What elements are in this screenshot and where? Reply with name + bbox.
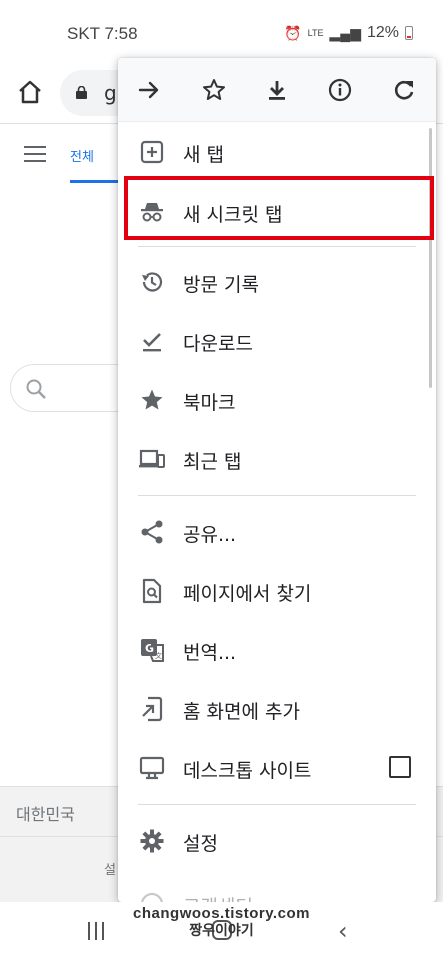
menu-item-label: 방문 기록 — [183, 274, 259, 296]
star-outline-icon[interactable] — [200, 76, 228, 104]
info-icon[interactable] — [326, 76, 354, 104]
downloads-check-icon — [138, 327, 166, 355]
hamburger-menu-icon[interactable] — [24, 146, 46, 167]
reload-icon[interactable] — [390, 76, 418, 104]
lte-icon: LTE — [307, 28, 324, 38]
menu-item-new-tab[interactable]: 새 탭 — [118, 124, 436, 180]
menu-item-help[interactable]: 고객센터 — [118, 876, 436, 902]
status-bar: SKT 7:58 ⏰ LTE ▂▄▆ 12% — [0, 0, 443, 66]
menu-icon-row — [118, 58, 436, 122]
menu-item-label: 공유... — [183, 524, 237, 546]
menu-item-label: 새 탭 — [183, 144, 224, 166]
desktop-icon — [138, 754, 166, 782]
highlight-box — [124, 176, 434, 240]
help-icon — [138, 890, 166, 902]
menu-item-translate[interactable]: G文 번역... — [118, 622, 436, 678]
desktop-site-checkbox[interactable] — [389, 756, 411, 778]
svg-text:G: G — [145, 642, 154, 655]
menu-item-add-to-home[interactable]: 홈 화면에 추가 — [118, 681, 436, 737]
search-icon — [26, 379, 46, 399]
find-in-page-icon — [138, 577, 166, 605]
menu-item-label: 홈 화면에 추가 — [183, 701, 300, 723]
menu-item-label: 다운로드 — [183, 333, 253, 355]
menu-item-label: 고객센터 — [183, 892, 253, 902]
download-icon[interactable] — [263, 76, 291, 104]
menu-item-history[interactable]: 방문 기록 — [118, 254, 436, 310]
menu-item-desktop-site[interactable]: 데스크톱 사이트 — [118, 740, 436, 796]
menu-item-label: 최근 탭 — [183, 451, 242, 473]
watermark-name: 짱우이야기 — [189, 922, 254, 938]
overflow-menu: 새 탭 새 시크릿 탭 방문 기록 다운로드 북마크 최근 탭 공유... 페이… — [118, 58, 436, 902]
home-icon[interactable] — [16, 78, 44, 106]
add-to-home-icon — [138, 695, 166, 723]
bookmark-star-icon — [138, 386, 166, 414]
translate-icon: G文 — [138, 636, 166, 664]
footer-link[interactable]: 설 — [104, 859, 116, 878]
menu-item-label: 북마크 — [183, 392, 236, 414]
share-icon — [138, 518, 166, 546]
menu-item-bookmarks[interactable]: 북마크 — [118, 372, 436, 428]
arrow-forward-icon[interactable] — [135, 76, 163, 104]
lock-icon — [76, 86, 87, 99]
recent-tabs-icon — [138, 445, 166, 473]
menu-item-find-in-page[interactable]: 페이지에서 찾기 — [118, 563, 436, 619]
alarm-icon: ⏰ — [284, 24, 302, 41]
tab-all[interactable]: 전체 — [70, 146, 94, 165]
menu-item-settings[interactable]: 설정 — [118, 813, 436, 869]
url-text: g — [104, 81, 117, 105]
region-label: 대한민국 — [16, 805, 75, 824]
svg-text:文: 文 — [155, 651, 162, 660]
settings-gear-icon — [138, 827, 166, 855]
menu-item-label: 설정 — [183, 833, 218, 855]
history-icon — [138, 268, 166, 296]
menu-divider — [138, 246, 416, 247]
battery-percent: 12% — [366, 24, 399, 41]
signal-icon: ▂▄▆ — [329, 24, 361, 41]
menu-divider — [138, 495, 416, 496]
status-carrier-time: SKT 7:58 — [67, 24, 138, 43]
menu-divider — [138, 804, 416, 805]
menu-item-label: 번역... — [183, 642, 237, 664]
menu-item-share[interactable]: 공유... — [118, 504, 436, 560]
status-icons: ⏰ LTE ▂▄▆ 12% — [284, 24, 413, 42]
menu-item-label: 데스크톱 사이트 — [183, 760, 312, 782]
tab-underline — [70, 180, 118, 183]
menu-item-downloads[interactable]: 다운로드 — [118, 313, 436, 369]
menu-item-recent-tabs[interactable]: 최근 탭 — [118, 431, 436, 487]
menu-item-label: 페이지에서 찾기 — [183, 583, 312, 605]
new-tab-icon — [138, 138, 166, 166]
battery-icon — [405, 26, 413, 40]
